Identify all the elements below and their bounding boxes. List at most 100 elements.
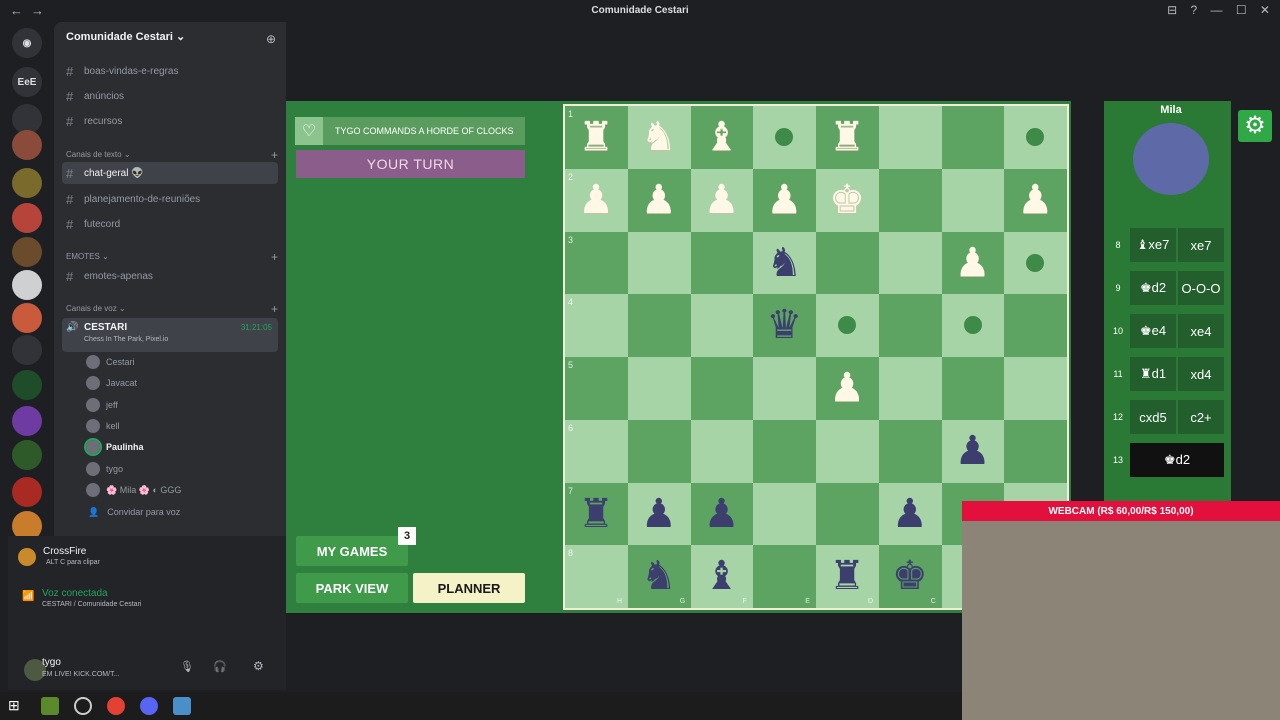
black-piece[interactable]: ♚ xyxy=(879,545,941,607)
black-piece[interactable]: ♜ xyxy=(565,483,627,545)
server-icon[interactable] xyxy=(12,303,42,333)
board-square[interactable] xyxy=(565,294,628,357)
gear-icon[interactable]: ⚙ xyxy=(253,659,264,673)
server-icon[interactable] xyxy=(12,440,42,470)
board-square[interactable] xyxy=(753,419,816,483)
voice-user[interactable]: Paulinha xyxy=(84,437,276,457)
mic-icon[interactable]: 🎙 xyxy=(180,660,194,673)
app-icon[interactable] xyxy=(173,697,191,715)
board-square[interactable] xyxy=(941,168,1005,232)
white-piece[interactable]: ♟ xyxy=(816,357,878,419)
move-white[interactable]: ♚d2 xyxy=(1130,271,1176,305)
server-name[interactable]: Comunidade Cestari ⌄ xyxy=(66,30,185,43)
board-square[interactable] xyxy=(816,231,879,295)
server-icon[interactable] xyxy=(12,237,42,267)
window-controls[interactable]: ⊟ ? — ☐ ✕ xyxy=(1167,3,1270,17)
add-member-icon[interactable]: ⊕ xyxy=(266,32,276,46)
move-black[interactable]: O-O-O xyxy=(1178,271,1224,305)
black-piece[interactable]: ♜ xyxy=(816,545,878,607)
board-square[interactable] xyxy=(941,106,1005,169)
server-icon[interactable] xyxy=(12,168,42,198)
my-games-button[interactable]: MY GAMES xyxy=(296,536,408,566)
move-white[interactable]: ♚e4 xyxy=(1130,314,1176,348)
channel-emotes-apenas[interactable]: # emotes-apenas xyxy=(62,265,278,287)
white-piece[interactable]: ♚ xyxy=(816,169,878,231)
white-piece[interactable]: ♜ xyxy=(816,106,878,168)
invite-to-voice[interactable]: 👤 Convidar para voz xyxy=(88,502,278,522)
server-icon-eee[interactable]: EeE xyxy=(12,67,42,97)
discord-home-icon[interactable]: ◉ xyxy=(12,28,42,58)
server-icon[interactable] xyxy=(12,203,42,233)
channel-recursos[interactable]: # recursos xyxy=(62,110,278,132)
minecraft-icon[interactable] xyxy=(41,697,59,715)
steam-icon[interactable] xyxy=(74,697,92,715)
black-piece[interactable]: ♛ xyxy=(753,294,815,356)
white-piece[interactable]: ♟ xyxy=(565,169,627,231)
voice-user[interactable]: Javacat xyxy=(86,373,276,393)
channel-planejamento[interactable]: # planejamento-de-reuniões xyxy=(62,188,278,210)
plus-icon[interactable]: + xyxy=(271,302,278,316)
board-square[interactable] xyxy=(627,357,691,420)
move-white[interactable]: cxd5 xyxy=(1130,400,1176,434)
board-square[interactable] xyxy=(690,357,754,420)
server-icon[interactable] xyxy=(12,270,42,300)
park-view-button[interactable]: PARK VIEW xyxy=(296,573,408,603)
settings-gear-icon[interactable]: ⚙ xyxy=(1238,110,1272,142)
category-voice[interactable]: Canais de voz ⌄ + xyxy=(66,302,278,316)
white-piece[interactable]: ♜ xyxy=(565,106,627,168)
voice-user[interactable]: kell xyxy=(86,416,276,436)
board-square[interactable] xyxy=(753,482,816,546)
plus-icon[interactable]: + xyxy=(271,250,278,264)
voice-user[interactable]: jeff xyxy=(86,395,276,415)
black-piece[interactable]: ♞ xyxy=(628,545,690,607)
chrome-icon[interactable] xyxy=(107,697,125,715)
voice-channel-cestari[interactable]: 🔊 CESTARI Chess In The Park, Pixel.io 31… xyxy=(62,318,278,352)
move-black[interactable]: xe7 xyxy=(1178,228,1224,262)
board-square[interactable] xyxy=(878,357,942,420)
board-square[interactable] xyxy=(753,357,816,420)
legal-move-dot[interactable] xyxy=(1026,253,1045,272)
black-piece[interactable]: ♞ xyxy=(753,232,815,294)
white-piece[interactable]: ♟ xyxy=(628,169,690,231)
board-square[interactable] xyxy=(878,419,942,483)
server-icon[interactable] xyxy=(12,130,42,160)
board-square[interactable] xyxy=(878,294,942,357)
channel-boas-vindas[interactable]: # boas-vindas-e-regras xyxy=(62,60,278,82)
board-square[interactable] xyxy=(878,168,942,232)
channel-futecord[interactable]: # futecord xyxy=(62,213,278,235)
board-square[interactable] xyxy=(690,419,754,483)
white-piece[interactable]: ♟ xyxy=(1004,169,1066,231)
legal-move-dot[interactable] xyxy=(963,316,982,335)
white-piece[interactable]: ♟ xyxy=(942,232,1004,294)
move-white[interactable]: ♜d1 xyxy=(1130,357,1176,391)
server-icon[interactable] xyxy=(12,406,42,436)
board-square[interactable] xyxy=(1004,357,1067,420)
voice-user[interactable]: 🌸 Mila 🌸 ◐ GGG xyxy=(86,480,276,500)
voice-status[interactable]: Voz conectada xyxy=(42,588,108,599)
black-piece[interactable]: ♟ xyxy=(942,420,1004,482)
channel-chat-geral[interactable]: # chat-geral 👽 xyxy=(62,162,278,184)
board-square[interactable] xyxy=(565,231,628,295)
server-icon[interactable] xyxy=(12,335,42,365)
board-square[interactable] xyxy=(878,231,942,295)
channel-anuncios[interactable]: # anúncios xyxy=(62,85,278,107)
plus-icon[interactable]: + xyxy=(271,148,278,162)
board-square[interactable] xyxy=(816,482,879,546)
board-square[interactable] xyxy=(690,294,754,357)
board-square[interactable] xyxy=(627,294,691,357)
server-icon[interactable] xyxy=(12,370,42,400)
board-square[interactable] xyxy=(1004,419,1067,483)
black-piece[interactable]: ♝ xyxy=(691,545,753,607)
category-text[interactable]: Canais de texto ⌄ + xyxy=(66,148,278,162)
move-white[interactable]: ♝xe7 xyxy=(1130,228,1176,262)
move-black[interactable]: xe4 xyxy=(1178,314,1224,348)
white-piece[interactable]: ♟ xyxy=(691,169,753,231)
black-piece[interactable]: ♟ xyxy=(691,483,753,545)
discord-icon[interactable] xyxy=(140,697,158,715)
board-square[interactable] xyxy=(565,357,628,420)
windows-start-icon[interactable]: ⊞ xyxy=(8,697,26,715)
white-piece[interactable]: ♟ xyxy=(753,169,815,231)
category-emotes[interactable]: EMOTES ⌄ + xyxy=(66,250,278,264)
move-black[interactable]: xd4 xyxy=(1178,357,1224,391)
board-square[interactable] xyxy=(816,419,879,483)
